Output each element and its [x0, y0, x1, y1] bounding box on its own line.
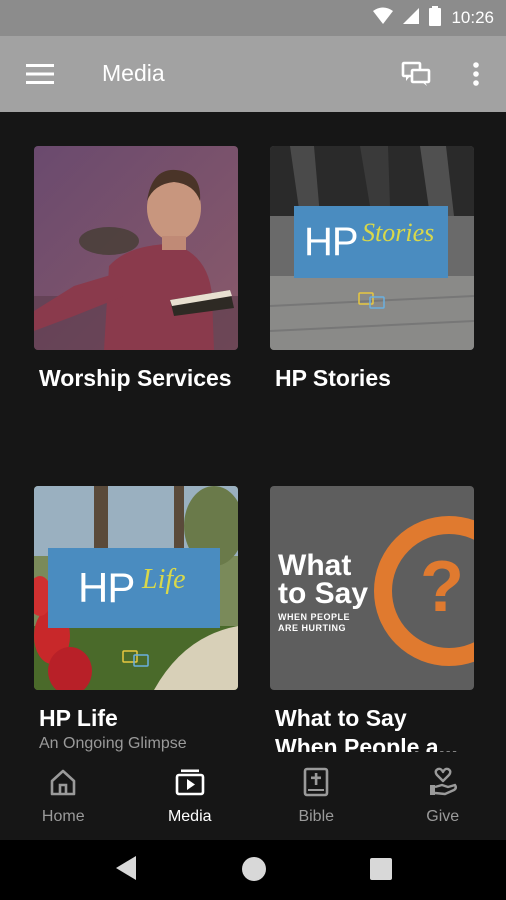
- what-to-say-thumbnail: ? What to Say WHEN PEOPLE ARE HURTING: [270, 486, 474, 690]
- recents-button[interactable]: [370, 858, 392, 880]
- question-mark-icon: ?: [420, 547, 464, 627]
- menu-button[interactable]: [22, 58, 58, 90]
- home-circle-button[interactable]: [242, 857, 266, 881]
- chat-icon: [401, 61, 431, 86]
- bottom-nav: Home Media Bible Give: [0, 752, 506, 840]
- card-subtitle: An Ongoing Glimpse: [39, 735, 187, 752]
- system-nav-bar: [0, 840, 506, 900]
- nav-media[interactable]: Media: [127, 752, 254, 840]
- back-button[interactable]: [116, 856, 136, 885]
- bible-icon: [303, 766, 329, 798]
- card-title: What to Say When People a...: [275, 705, 458, 752]
- hp-life-logo: HP Life: [48, 548, 220, 628]
- chat-badge-icon: [122, 650, 150, 673]
- status-time: 10:26: [451, 8, 494, 27]
- what-to-say-logo: What to Say WHEN PEOPLE ARE HURTING: [278, 549, 369, 634]
- nav-label: Bible: [298, 808, 335, 825]
- hamburger-icon: [26, 64, 54, 84]
- card-title: Worship Services: [39, 365, 232, 391]
- nav-label: Home: [41, 808, 85, 825]
- status-bar: 10:26: [0, 0, 506, 36]
- nav-give[interactable]: Give: [380, 752, 506, 840]
- media-card-hp-stories[interactable]: HP Stories HP Stories: [270, 146, 474, 393]
- back-triangle-icon: [116, 856, 136, 880]
- home-icon: [49, 766, 77, 798]
- more-options-button[interactable]: [462, 56, 490, 92]
- signal-icon: [403, 7, 420, 30]
- app-bar: Media: [0, 36, 506, 112]
- give-icon: [428, 766, 458, 798]
- media-grid: Worship Services HP Stories HP Stories H…: [0, 112, 506, 752]
- media-card-worship-services[interactable]: Worship Services: [34, 146, 238, 393]
- battery-icon: [429, 5, 442, 31]
- nav-label: Media: [167, 808, 212, 825]
- media-card-hp-life[interactable]: HP Life HP Life An Ongoing Glimpse: [34, 486, 238, 752]
- hp-life-thumbnail: HP Life: [34, 486, 238, 690]
- wifi-icon: [373, 7, 394, 30]
- nav-label: Give: [426, 808, 460, 825]
- nav-bible[interactable]: Bible: [253, 752, 380, 840]
- card-title: HP Stories: [275, 365, 391, 391]
- media-card-what-to-say[interactable]: ? What to Say WHEN PEOPLE ARE HURTING Wh…: [270, 486, 474, 752]
- chat-button[interactable]: [398, 56, 434, 92]
- media-icon: [175, 766, 205, 798]
- worship-services-thumbnail: [34, 146, 238, 350]
- hp-stories-logo: HP Stories: [294, 206, 448, 278]
- nav-home[interactable]: Home: [0, 752, 127, 840]
- hp-stories-thumbnail: HP Stories: [270, 146, 474, 350]
- chat-badge-icon: [358, 292, 386, 315]
- page-title: Media: [102, 60, 165, 86]
- more-vert-icon: [473, 62, 479, 86]
- card-title: HP Life: [39, 705, 118, 731]
